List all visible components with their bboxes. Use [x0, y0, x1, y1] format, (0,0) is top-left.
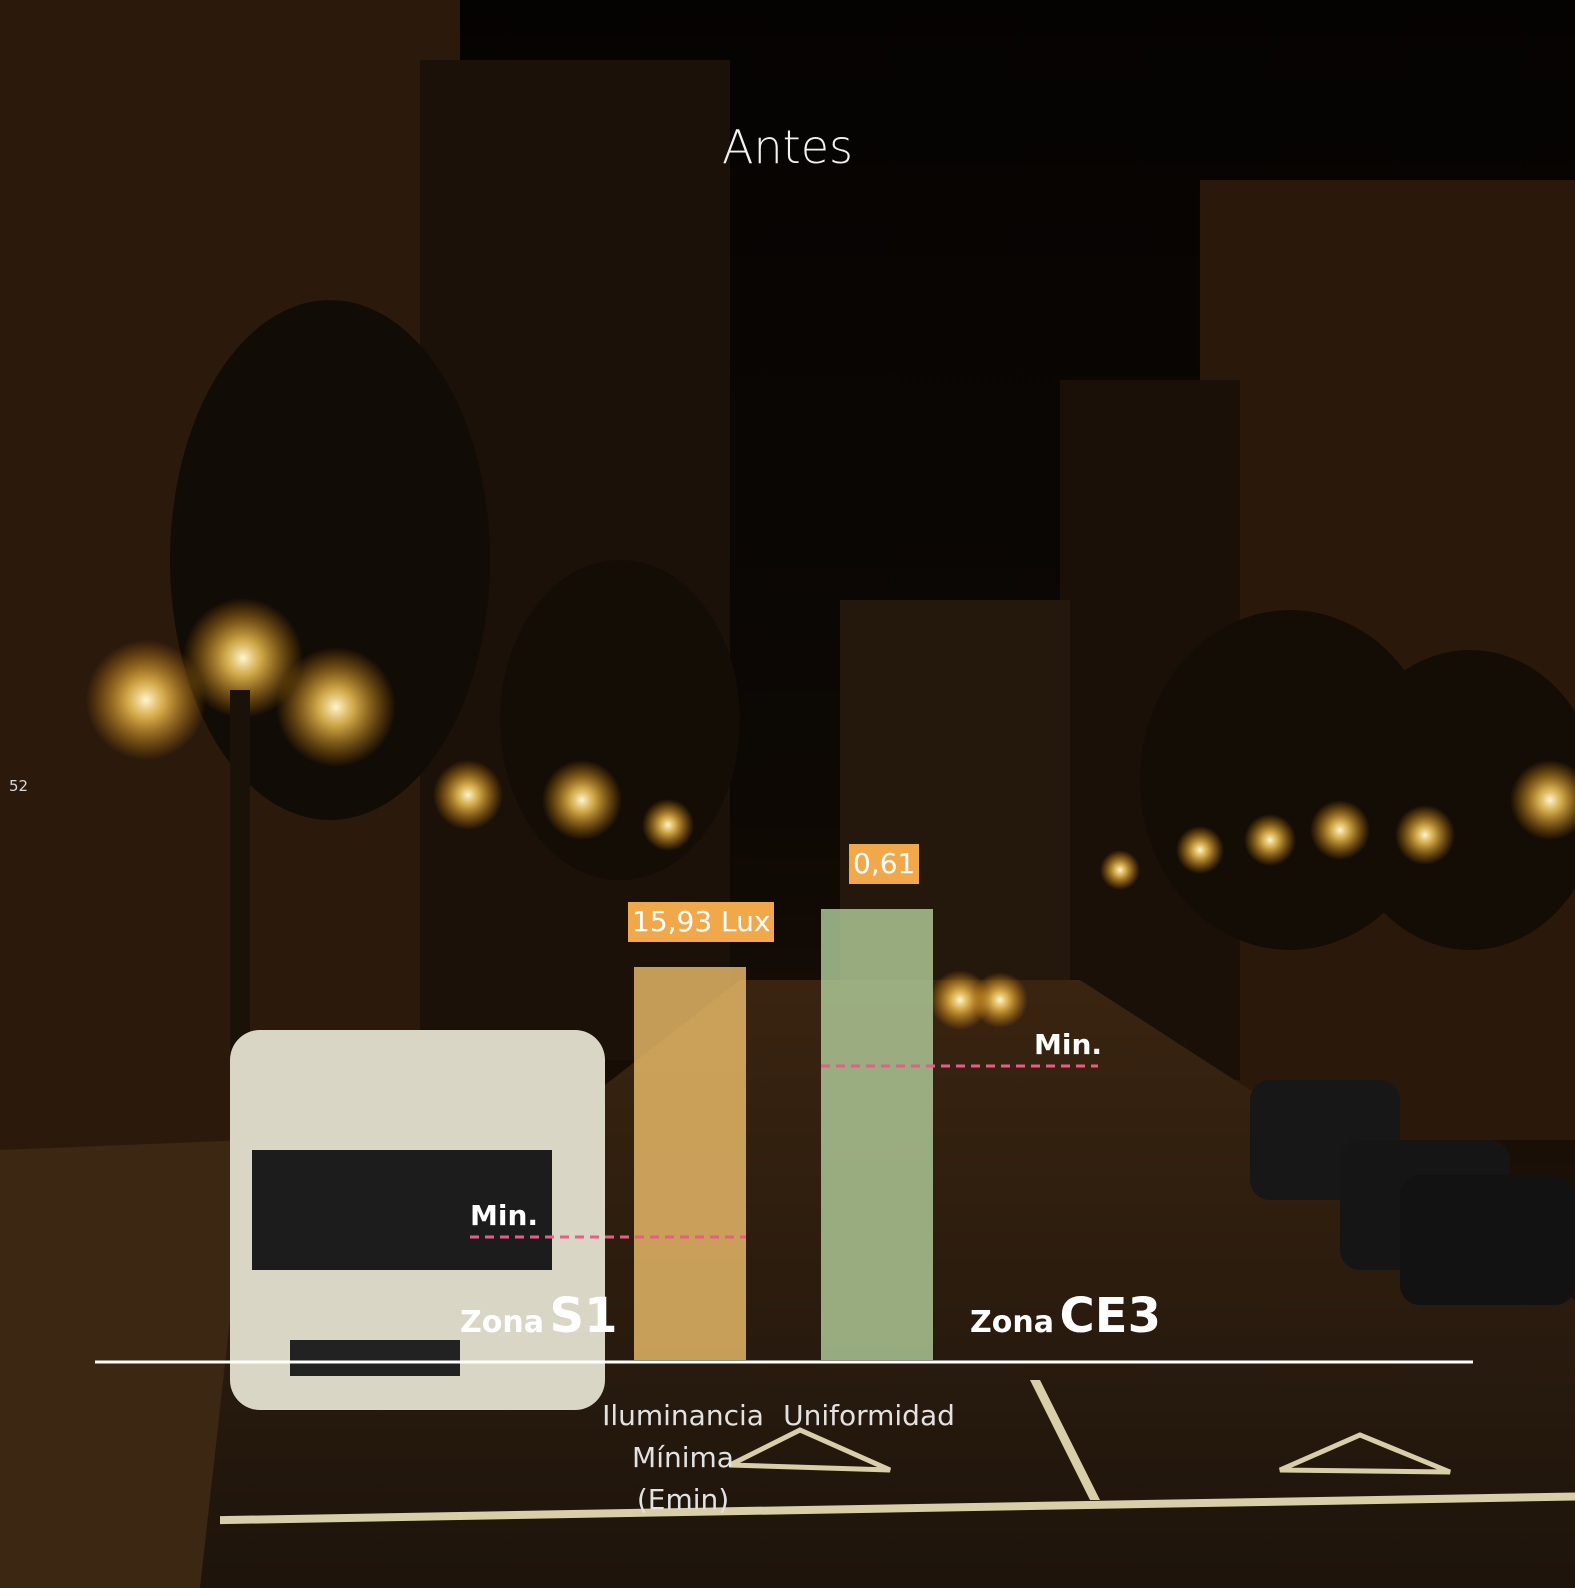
category-label-uniformity: Uniformidad: [774, 1395, 964, 1437]
min-label-lux: Min.: [470, 1199, 539, 1232]
category-label-lux: Iluminancia Mínima (Emin): [588, 1395, 778, 1521]
bar-uniformity: [821, 909, 933, 1360]
value-label-uniformity: 0,61: [849, 844, 920, 884]
zone-ce3-prefix: Zona: [970, 1305, 1054, 1340]
category-label-uniformity-line-1: Uniformidad: [783, 1399, 955, 1432]
chart-slide: Antes 52 15,93 Lux 0,61 Min. Min. Zona S…: [0, 0, 1575, 1588]
zone-ce3-label: Zona CE3: [970, 1288, 1161, 1344]
category-label-lux-line-1: Iluminancia: [602, 1399, 764, 1432]
category-label-lux-line-3: (Emin): [636, 1483, 730, 1516]
category-label-lux-line-2: Mínima: [632, 1441, 734, 1474]
bar-lux: [634, 967, 746, 1360]
zone-s1-code: S1: [549, 1288, 618, 1344]
zone-ce3-code: CE3: [1059, 1288, 1161, 1344]
zone-s1-prefix: Zona: [460, 1305, 544, 1340]
bar-chart: [95, 909, 1473, 1364]
min-label-uniformity: Min.: [1034, 1028, 1103, 1061]
zone-s1-label: Zona S1: [460, 1288, 618, 1344]
value-label-lux: 15,93 Lux: [628, 902, 775, 942]
